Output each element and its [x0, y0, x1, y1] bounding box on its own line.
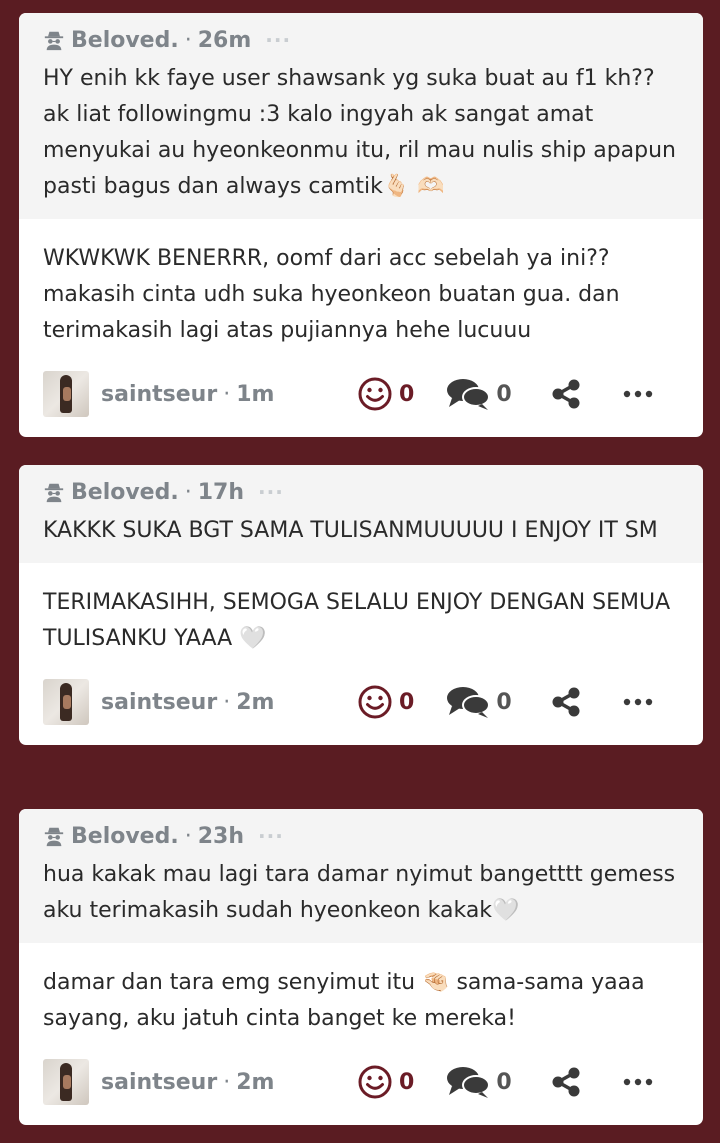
answer-author[interactable]: saintseur	[101, 382, 217, 407]
comment-icon	[447, 687, 491, 718]
question-time: 23h	[197, 823, 244, 849]
question-meta: Beloved. · 23h ···	[43, 821, 679, 851]
meta-separator: ·	[184, 479, 192, 505]
comment-button[interactable]: 0	[414, 1064, 512, 1100]
question-section: Beloved. · 26m ··· HY enih kk faye user …	[19, 13, 703, 219]
share-icon[interactable]	[550, 1066, 582, 1098]
answer-author[interactable]: saintseur	[101, 690, 217, 715]
avatar[interactable]	[43, 679, 89, 725]
question-author: Beloved.	[71, 823, 179, 849]
post-actions: 0 0	[357, 684, 654, 720]
question-text: hua kakak mau lagi tara damar nyimut ban…	[43, 862, 676, 923]
question-author: Beloved.	[71, 27, 179, 53]
avatar[interactable]	[43, 1059, 89, 1105]
like-count: 0	[399, 689, 415, 715]
comment-count: 0	[496, 689, 512, 715]
question-meta: Beloved. · 17h ···	[43, 477, 679, 507]
like-count: 0	[399, 381, 415, 407]
share-icon[interactable]	[550, 378, 582, 410]
answer-footer: saintseur · 1m 0 0	[43, 371, 679, 417]
share-icon[interactable]	[550, 686, 582, 718]
answer-author[interactable]: saintseur	[101, 1070, 217, 1095]
question-more-dots[interactable]: ···	[258, 480, 284, 504]
meta-separator: ·	[223, 689, 231, 715]
answer-text: TERIMAKASIHH, SEMOGA SELALU ENJOY DENGAN…	[43, 590, 671, 651]
meta-separator: ·	[184, 823, 192, 849]
answer-time: 2m	[236, 689, 275, 715]
comment-button[interactable]: 0	[414, 376, 512, 412]
anonymous-spy-icon	[44, 827, 64, 847]
question-section: Beloved. · 23h ··· hua kakak mau lagi ta…	[19, 809, 703, 943]
question-time: 17h	[197, 479, 244, 505]
more-icon[interactable]	[622, 1077, 654, 1087]
avatar-figure-detail	[63, 1075, 71, 1089]
smile-icon	[358, 377, 392, 411]
anonymous-spy-icon	[44, 31, 64, 51]
comment-count: 0	[496, 381, 512, 407]
anonymous-spy-icon	[44, 483, 64, 503]
question-more-dots[interactable]: ···	[265, 28, 291, 52]
post-actions: 0 0	[357, 1064, 654, 1100]
post-card: Beloved. · 23h ··· hua kakak mau lagi ta…	[19, 809, 703, 1125]
comment-count: 0	[496, 1069, 512, 1095]
post-card: Beloved. · 26m ··· HY enih kk faye user …	[19, 13, 703, 437]
comment-icon	[447, 1067, 491, 1098]
like-button[interactable]: 0	[357, 376, 414, 412]
comment-button[interactable]: 0	[414, 684, 512, 720]
meta-separator: ·	[184, 27, 192, 53]
like-button[interactable]: 0	[357, 684, 414, 720]
answer-section: WKWKWK BENERRR, oomf dari acc sebelah ya…	[19, 219, 703, 417]
avatar-figure-detail	[63, 387, 71, 401]
answer-section: damar dan tara emg senyimut itu 🤏🏻 sama-…	[19, 943, 703, 1105]
comment-icon	[447, 379, 491, 410]
more-icon[interactable]	[622, 389, 654, 399]
question-text: HY enih kk faye user shawsank yg suka bu…	[43, 66, 676, 199]
more-icon[interactable]	[622, 697, 654, 707]
avatar-figure-detail	[63, 695, 71, 709]
question-author: Beloved.	[71, 479, 179, 505]
question-time: 26m	[197, 27, 252, 53]
answer-time: 2m	[236, 1069, 275, 1095]
question-section: Beloved. · 17h ··· KAKKK SUKA BGT SAMA T…	[19, 465, 703, 563]
answer-footer: saintseur · 2m 0 0	[43, 679, 679, 725]
smile-icon	[358, 685, 392, 719]
feed: Beloved. · 26m ··· HY enih kk faye user …	[0, 0, 720, 1143]
answer-text: WKWKWK BENERRR, oomf dari acc sebelah ya…	[43, 246, 620, 343]
question-text: KAKKK SUKA BGT SAMA TULISANMUUUUU I ENJO…	[43, 518, 658, 543]
avatar[interactable]	[43, 371, 89, 417]
answer-text: damar dan tara emg senyimut itu 🤏🏻 sama-…	[43, 970, 645, 1031]
answer-time: 1m	[236, 381, 275, 407]
like-button[interactable]: 0	[357, 1064, 414, 1100]
post-card: Beloved. · 17h ··· KAKKK SUKA BGT SAMA T…	[19, 465, 703, 745]
post-actions: 0 0	[357, 376, 654, 412]
like-count: 0	[399, 1069, 415, 1095]
smile-icon	[358, 1065, 392, 1099]
question-more-dots[interactable]: ···	[258, 824, 284, 848]
question-meta: Beloved. · 26m ···	[43, 25, 679, 55]
answer-section: TERIMAKASIHH, SEMOGA SELALU ENJOY DENGAN…	[19, 563, 703, 725]
meta-separator: ·	[223, 1069, 231, 1095]
answer-footer: saintseur · 2m 0 0	[43, 1059, 679, 1105]
meta-separator: ·	[223, 381, 231, 407]
